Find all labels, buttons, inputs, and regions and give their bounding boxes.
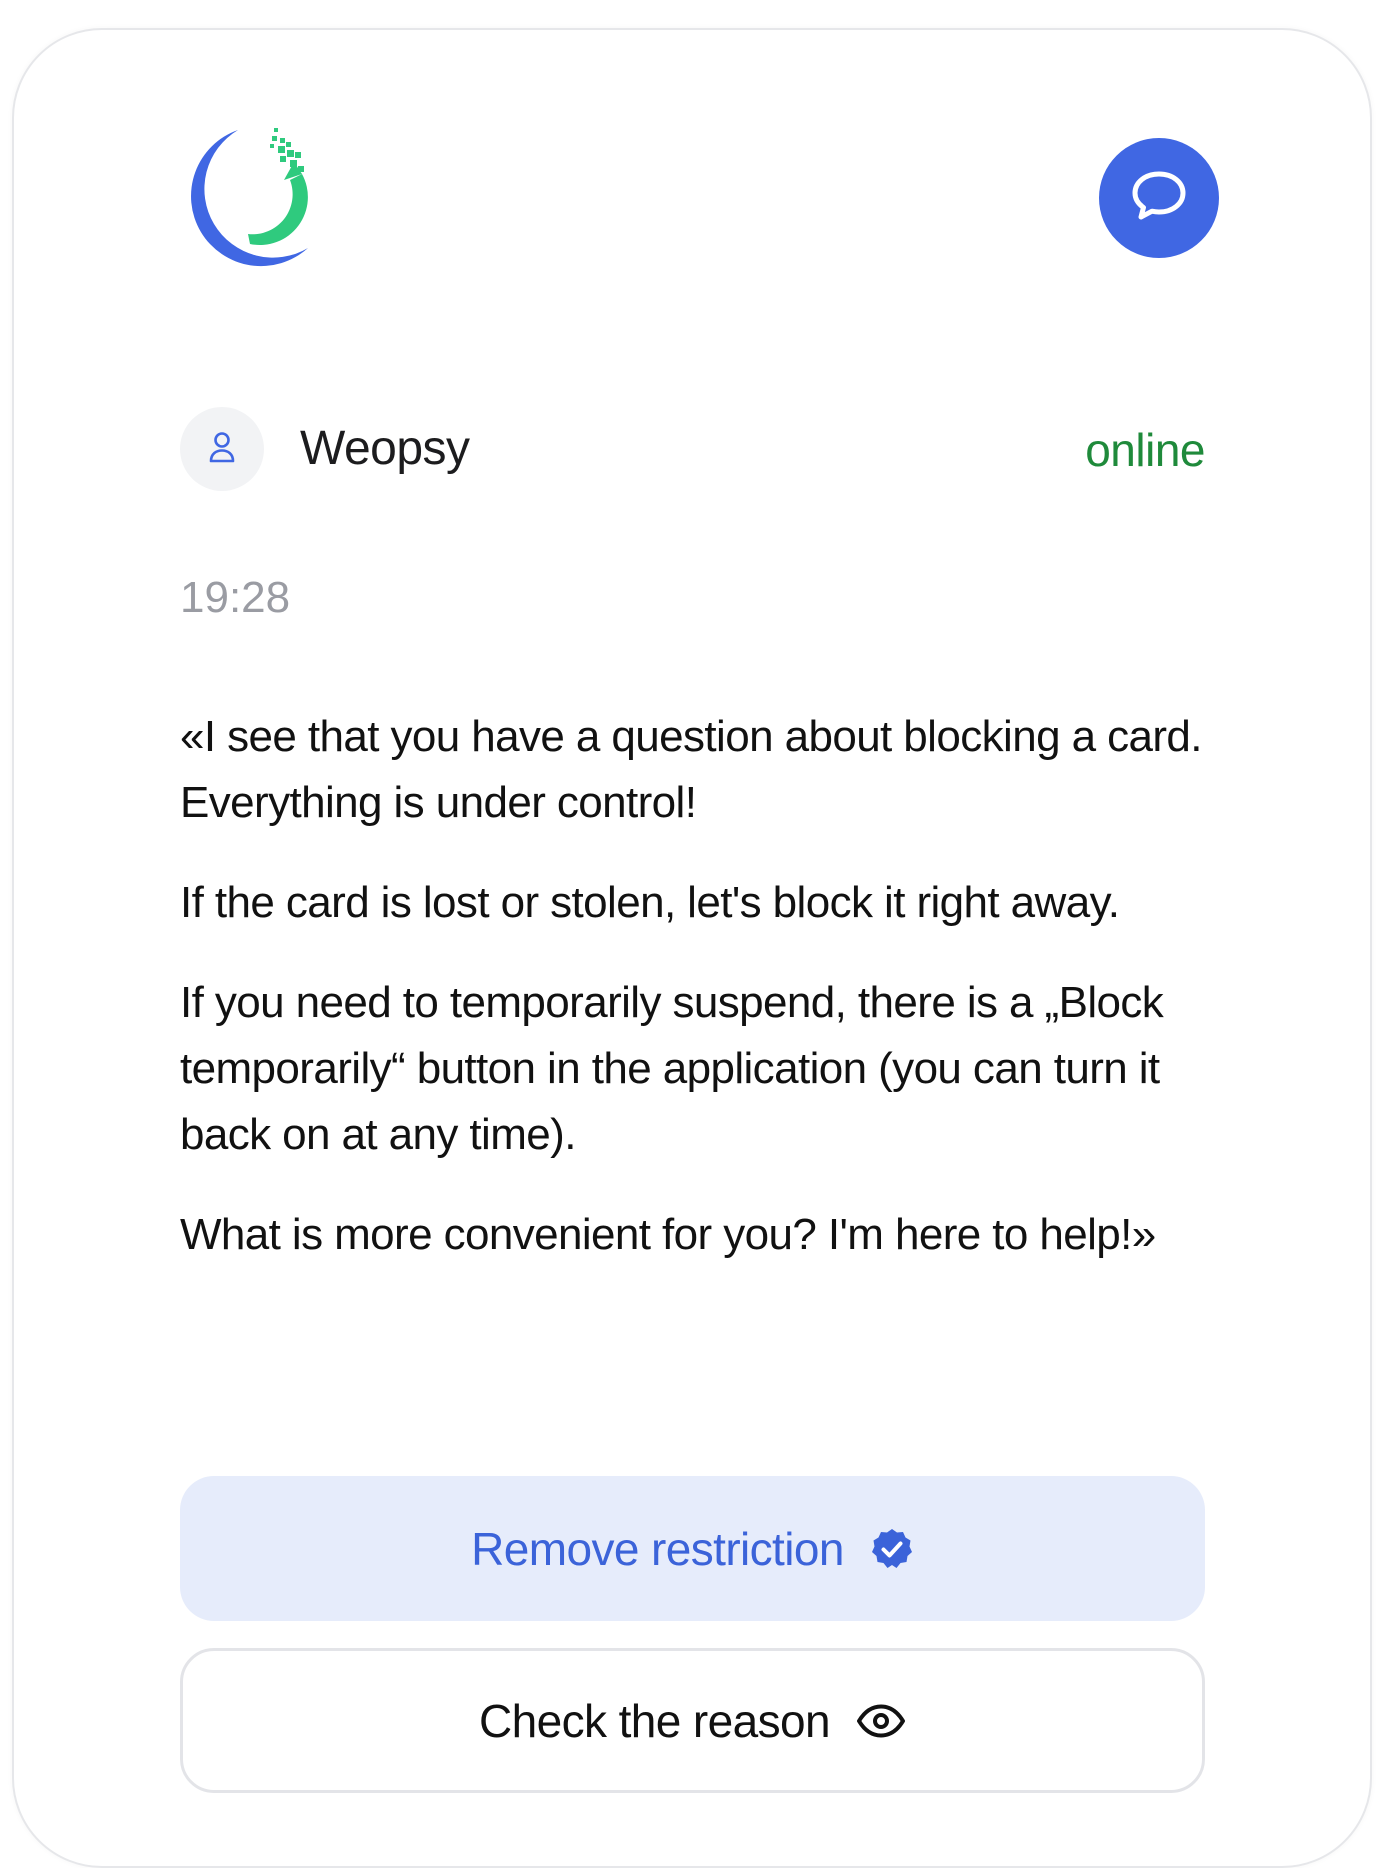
message-paragraph: If the card is lost or stolen, let's blo… xyxy=(180,878,1120,927)
remove-restriction-label: Remove restriction xyxy=(471,1522,844,1575)
avatar xyxy=(180,407,264,491)
message-paragraph: If you need to temporarily suspend, ther… xyxy=(180,978,1164,1159)
message-timestamp: 19:28 xyxy=(180,573,291,622)
message-body: «I see that you have a question about bl… xyxy=(180,704,1210,1302)
eye-icon xyxy=(856,1703,906,1739)
chat-button[interactable] xyxy=(1099,138,1219,258)
user-icon xyxy=(207,430,237,469)
agent-name: Weopsy xyxy=(300,422,470,475)
crescent-logo-icon xyxy=(190,122,340,272)
check-reason-label: Check the reason xyxy=(479,1694,831,1747)
chat-bubble-icon xyxy=(1130,169,1188,228)
remove-restriction-button[interactable]: Remove restriction xyxy=(180,1476,1205,1621)
message-paragraph: «I see that you have a question about bl… xyxy=(180,712,1202,827)
message-paragraph: What is more convenient for you? I'm her… xyxy=(180,1210,1156,1259)
agent-header: Weopsy online xyxy=(180,407,1205,491)
check-reason-button[interactable]: Check the reason xyxy=(180,1648,1205,1793)
status-badge: online xyxy=(1085,424,1205,476)
check-circle-icon xyxy=(870,1527,914,1571)
